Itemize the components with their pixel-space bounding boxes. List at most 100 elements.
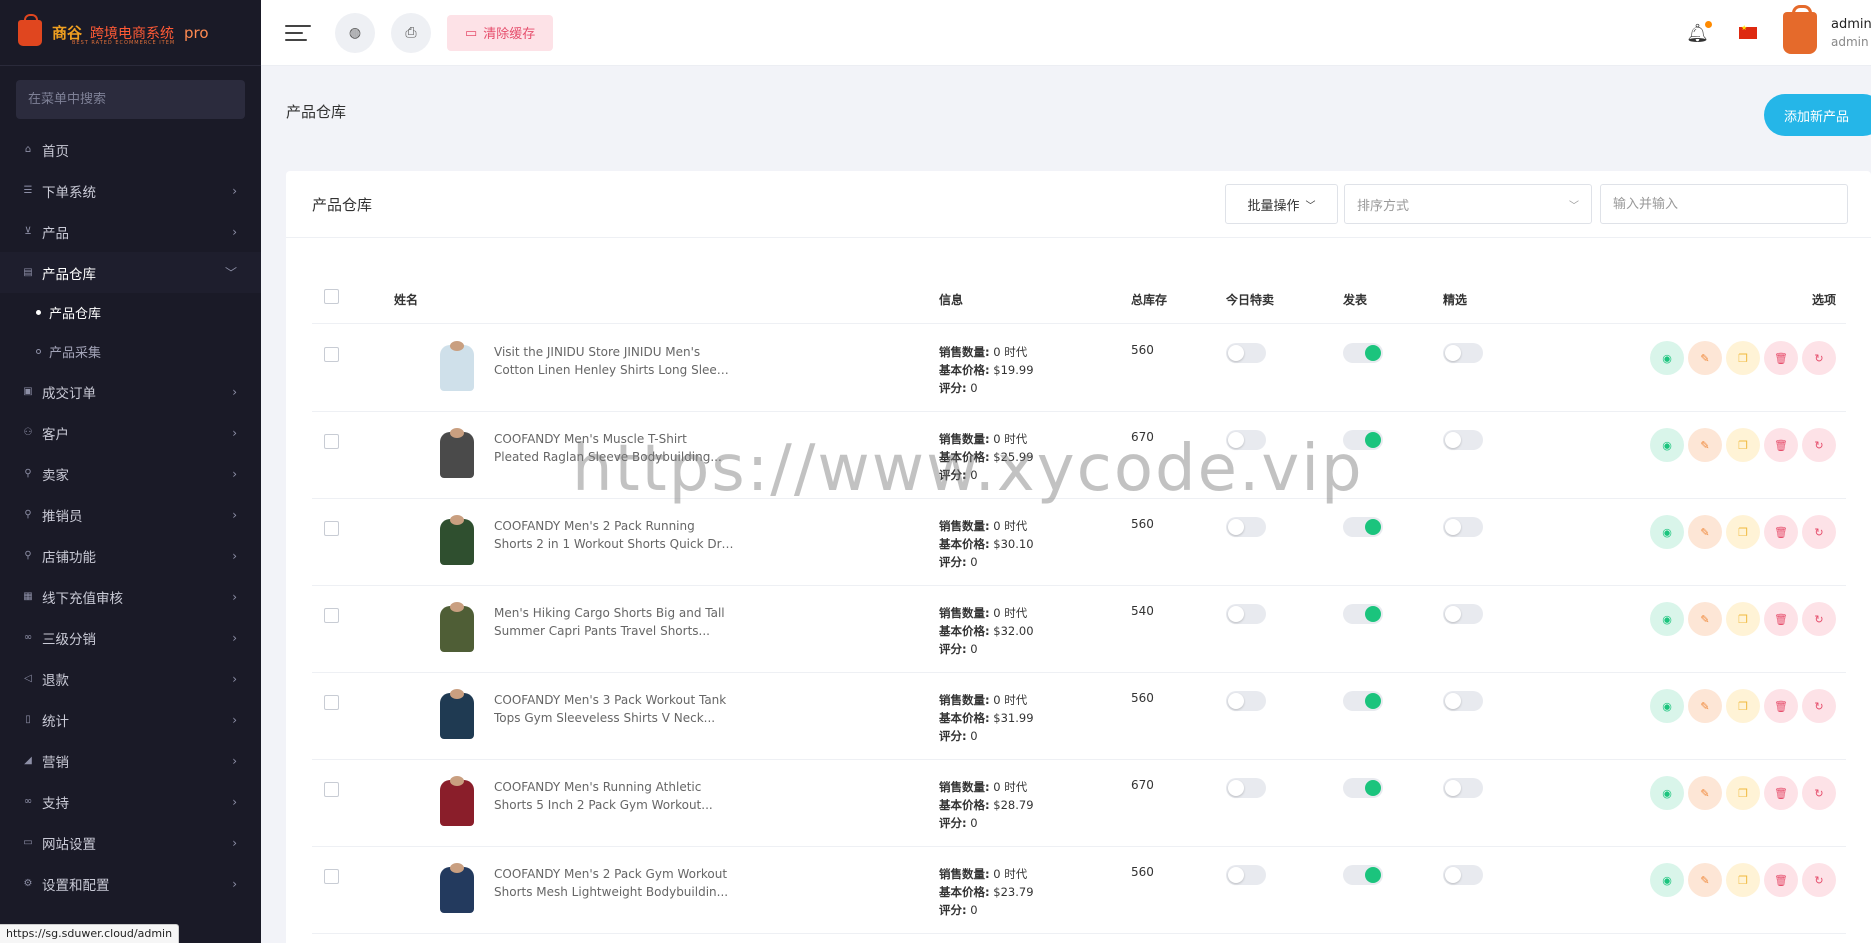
today-deal-toggle[interactable]: [1226, 691, 1266, 711]
featured-toggle[interactable]: [1443, 517, 1483, 537]
sidebar-item-10[interactable]: ∞ 三级分销 ›: [0, 617, 261, 658]
sidebar-item-4[interactable]: ▣ 成交订单 ›: [0, 371, 261, 412]
view-button[interactable]: ◉: [1650, 428, 1684, 462]
copy-button[interactable]: ❐: [1726, 863, 1760, 897]
product-thumbnail[interactable]: [432, 602, 482, 652]
brand-logo[interactable]: 商谷 跨境电商系统 pro BEST RATED ECOMMERCE ITEM: [0, 0, 261, 66]
refresh-button[interactable]: ↻: [1802, 515, 1836, 549]
delete-button[interactable]: 🗑︎: [1764, 689, 1798, 723]
menu-toggle-icon[interactable]: [285, 23, 311, 43]
published-toggle[interactable]: [1343, 691, 1383, 711]
edit-button[interactable]: ✎: [1688, 341, 1722, 375]
featured-toggle[interactable]: [1443, 865, 1483, 885]
user-info[interactable]: admin admin: [1831, 16, 1871, 50]
featured-toggle[interactable]: [1443, 343, 1483, 363]
product-thumbnail[interactable]: [432, 428, 482, 478]
sidebar-item-9[interactable]: ▦ 线下充值审核 ›: [0, 576, 261, 617]
sidebar-item-3[interactable]: ▤ 产品仓库 ﹀: [0, 252, 261, 293]
print-button[interactable]: ⎙: [391, 12, 431, 53]
product-name[interactable]: Visit the JINIDU Store JINIDU Men's Cotto…: [494, 343, 734, 379]
refresh-button[interactable]: ↻: [1802, 776, 1836, 810]
row-checkbox[interactable]: [324, 521, 339, 536]
delete-button[interactable]: 🗑︎: [1764, 776, 1798, 810]
sidebar-item-15[interactable]: ▭ 网站设置 ›: [0, 822, 261, 863]
row-checkbox[interactable]: [324, 782, 339, 797]
sidebar-subitem-1[interactable]: 产品采集: [0, 332, 261, 371]
today-deal-toggle[interactable]: [1226, 343, 1266, 363]
sidebar-item-14[interactable]: ∞ 支持 ›: [0, 781, 261, 822]
product-name[interactable]: COOFANDY Men's 2 Pack Gym Workout Shorts …: [494, 865, 734, 901]
product-name[interactable]: Men's Hiking Cargo Shorts Big and Tall Su…: [494, 604, 734, 640]
row-checkbox[interactable]: [324, 434, 339, 449]
edit-button[interactable]: ✎: [1688, 428, 1722, 462]
published-toggle[interactable]: [1343, 778, 1383, 798]
menu-search-input[interactable]: [28, 92, 245, 107]
refresh-button[interactable]: ↻: [1802, 689, 1836, 723]
today-deal-toggle[interactable]: [1226, 778, 1266, 798]
view-button[interactable]: ◉: [1650, 689, 1684, 723]
edit-button[interactable]: ✎: [1688, 602, 1722, 636]
published-toggle[interactable]: [1343, 343, 1383, 363]
product-thumbnail[interactable]: [432, 515, 482, 565]
row-checkbox[interactable]: [324, 695, 339, 710]
view-button[interactable]: ◉: [1650, 515, 1684, 549]
sidebar-item-16[interactable]: ⚙ 设置和配置 ›: [0, 863, 261, 904]
view-button[interactable]: ◉: [1650, 776, 1684, 810]
copy-button[interactable]: ❐: [1726, 515, 1760, 549]
edit-button[interactable]: ✎: [1688, 515, 1722, 549]
clear-cache-button[interactable]: ▭ 清除缓存: [447, 14, 554, 51]
china-flag-icon[interactable]: [1739, 24, 1757, 39]
sidebar-item-6[interactable]: ⚲ 卖家 ›: [0, 453, 261, 494]
edit-button[interactable]: ✎: [1688, 863, 1722, 897]
published-toggle[interactable]: [1343, 430, 1383, 450]
featured-toggle[interactable]: [1443, 691, 1483, 711]
today-deal-toggle[interactable]: [1226, 517, 1266, 537]
refresh-button[interactable]: ↻: [1802, 602, 1836, 636]
product-name[interactable]: COOFANDY Men's 3 Pack Workout Tank Tops G…: [494, 691, 734, 727]
featured-toggle[interactable]: [1443, 778, 1483, 798]
delete-button[interactable]: 🗑︎: [1764, 863, 1798, 897]
today-deal-toggle[interactable]: [1226, 865, 1266, 885]
view-button[interactable]: ◉: [1650, 341, 1684, 375]
published-toggle[interactable]: [1343, 517, 1383, 537]
published-toggle[interactable]: [1343, 865, 1383, 885]
sidebar-item-1[interactable]: ☰ 下单系统 ›: [0, 170, 261, 211]
sidebar-item-8[interactable]: ⚲ 店铺功能 ›: [0, 535, 261, 576]
delete-button[interactable]: 🗑︎: [1764, 602, 1798, 636]
product-name[interactable]: COOFANDY Men's 2 Pack Running Shorts 2 in…: [494, 517, 734, 553]
refresh-button[interactable]: ↻: [1802, 341, 1836, 375]
sidebar-item-13[interactable]: ◢ 营销 ›: [0, 740, 261, 781]
globe-button[interactable]: ◍: [335, 12, 375, 53]
copy-button[interactable]: ❐: [1726, 776, 1760, 810]
delete-button[interactable]: 🗑︎: [1764, 428, 1798, 462]
notification-bell[interactable]: 🔔︎: [1686, 20, 1712, 44]
product-search-input[interactable]: [1600, 184, 1848, 224]
copy-button[interactable]: ❐: [1726, 602, 1760, 636]
product-thumbnail[interactable]: [432, 863, 482, 913]
sidebar-item-5[interactable]: ⚇ 客户 ›: [0, 412, 261, 453]
copy-button[interactable]: ❐: [1726, 428, 1760, 462]
sidebar-subitem-0[interactable]: 产品仓库: [0, 293, 261, 332]
edit-button[interactable]: ✎: [1688, 776, 1722, 810]
sidebar-item-0[interactable]: ⌂ 首页: [0, 129, 261, 170]
sort-select[interactable]: 排序方式 ﹀: [1344, 184, 1592, 224]
sidebar-item-11[interactable]: ◁ 退款 ›: [0, 658, 261, 699]
bulk-action-dropdown[interactable]: 批量操作 ﹀: [1225, 184, 1338, 224]
copy-button[interactable]: ❐: [1726, 341, 1760, 375]
product-thumbnail[interactable]: [432, 341, 482, 391]
view-button[interactable]: ◉: [1650, 863, 1684, 897]
product-name[interactable]: COOFANDY Men's Running Athletic Shorts 5 …: [494, 778, 734, 814]
row-checkbox[interactable]: [324, 347, 339, 362]
product-thumbnail[interactable]: [432, 689, 482, 739]
product-name[interactable]: COOFANDY Men's Muscle T-Shirt Pleated Rag…: [494, 430, 734, 466]
view-button[interactable]: ◉: [1650, 602, 1684, 636]
row-checkbox[interactable]: [324, 608, 339, 623]
menu-search[interactable]: [16, 80, 245, 119]
row-checkbox[interactable]: [324, 869, 339, 884]
featured-toggle[interactable]: [1443, 604, 1483, 624]
avatar[interactable]: [1783, 5, 1817, 54]
published-toggle[interactable]: [1343, 604, 1383, 624]
sidebar-item-7[interactable]: ⚲ 推销员 ›: [0, 494, 261, 535]
add-product-button[interactable]: 添加新产品: [1764, 94, 1871, 136]
refresh-button[interactable]: ↻: [1802, 863, 1836, 897]
